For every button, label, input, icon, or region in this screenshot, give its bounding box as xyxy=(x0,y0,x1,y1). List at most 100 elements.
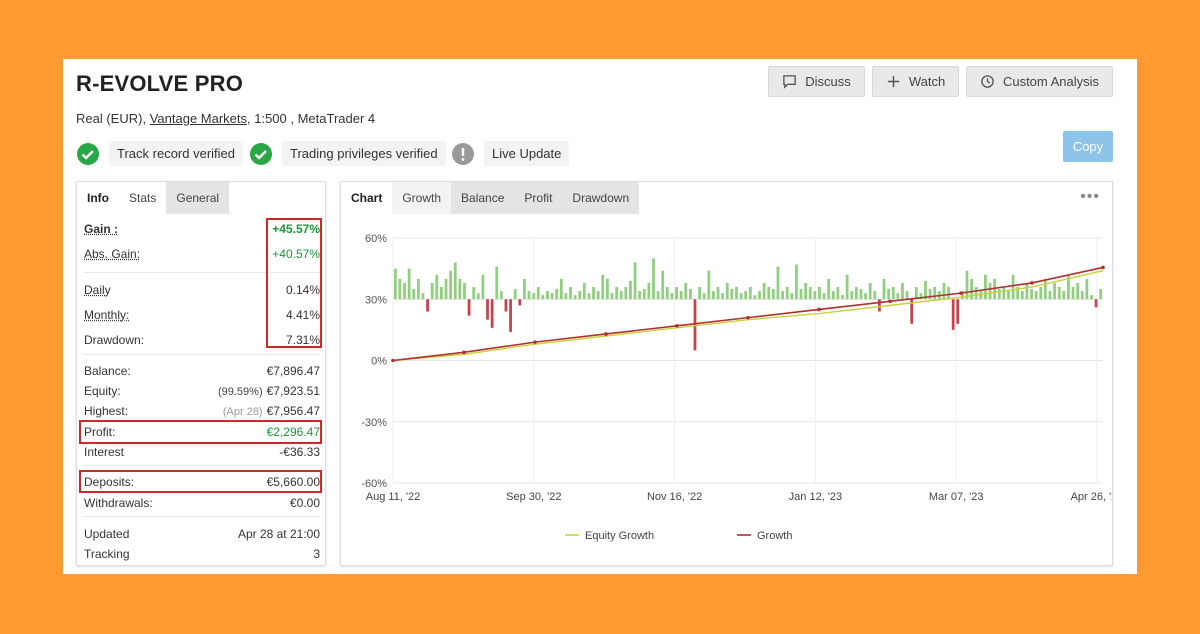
daily-bar xyxy=(453,262,457,300)
daily-bar xyxy=(905,291,909,300)
daily-bar xyxy=(1080,291,1084,300)
daily-bar xyxy=(841,295,844,300)
daily-bar xyxy=(873,291,877,300)
leverage-platform: , 1:500 , MetaTrader 4 xyxy=(247,111,376,126)
daily-bar xyxy=(1007,291,1010,300)
daily-bar xyxy=(592,287,595,300)
tab-info[interactable]: Info xyxy=(77,182,119,214)
daily-bar xyxy=(1043,278,1047,300)
copy-button[interactable]: Copy xyxy=(1063,131,1113,162)
growth-point xyxy=(1030,281,1034,285)
daily-bar xyxy=(776,266,780,300)
daily-bar xyxy=(859,289,863,300)
growth-point xyxy=(675,323,679,328)
x-tick-label: Aug 11, '22 xyxy=(366,491,421,503)
check-circle-icon xyxy=(77,142,99,165)
daily-bar xyxy=(1099,289,1103,300)
highlight-box-deposits xyxy=(79,470,322,493)
divider xyxy=(84,465,320,466)
daily-bar xyxy=(1025,282,1029,300)
broker-link[interactable]: Vantage Markets xyxy=(150,111,247,126)
tab-stats[interactable]: Stats xyxy=(119,182,167,214)
tab-general[interactable]: General xyxy=(166,182,230,214)
daily-bar xyxy=(725,282,729,300)
chat-bubble-icon xyxy=(783,75,797,89)
tab-balance[interactable]: Balance xyxy=(451,182,515,214)
daily-bar xyxy=(569,287,572,300)
daily-bar xyxy=(1030,289,1033,300)
daily-bar xyxy=(532,293,535,300)
daily-bar xyxy=(753,295,757,300)
daily-bar xyxy=(795,264,798,300)
daily-bar xyxy=(610,293,614,300)
daily-bar xyxy=(822,293,826,300)
equity-value: €7,923.51 xyxy=(266,384,320,398)
balance-value: €7,896.47 xyxy=(266,364,320,378)
more-options-icon[interactable]: ••• xyxy=(1080,188,1100,206)
custom-analysis-button[interactable]: Custom Analysis xyxy=(966,66,1113,97)
growth-point xyxy=(817,307,821,312)
watch-button[interactable]: Watch xyxy=(872,66,959,97)
balance-label: Balance: xyxy=(84,364,131,378)
daily-bar xyxy=(481,274,485,300)
daily-bar xyxy=(831,291,835,300)
daily-bar xyxy=(1053,282,1056,300)
monthly-label[interactable]: Monthly: xyxy=(84,308,129,322)
daily-bar xyxy=(712,291,715,300)
daily-bar xyxy=(606,278,609,300)
daily-bar xyxy=(933,287,937,300)
live-update-text: Live Update xyxy=(484,141,570,166)
divider xyxy=(84,354,320,355)
updated-row: Updated Apr 28 at 21:00 xyxy=(84,526,320,542)
daily-bar xyxy=(393,268,397,300)
daily-bar xyxy=(771,289,775,300)
daily-bar xyxy=(504,299,508,312)
tab-growth[interactable]: Growth xyxy=(392,182,452,214)
daily-bar xyxy=(440,287,443,300)
tab-profit[interactable]: Profit xyxy=(514,182,563,214)
daily-bar xyxy=(928,289,932,300)
daily-bar xyxy=(887,289,890,300)
gain-label[interactable]: Gain : xyxy=(84,222,118,236)
daily-bar xyxy=(698,287,701,300)
drawdown-label: Drawdown: xyxy=(84,333,145,347)
daily-bar xyxy=(679,291,683,300)
daily-bar xyxy=(988,282,992,300)
growth-point xyxy=(533,340,537,344)
daily-bar xyxy=(523,278,526,300)
tracking-value: 3 xyxy=(313,547,320,561)
daily-bar xyxy=(403,282,406,300)
daily-bar xyxy=(781,291,784,300)
tab-chart[interactable]: Chart xyxy=(341,182,393,214)
stats-panel: Info Stats General Gain : +45.57% Abs. G… xyxy=(76,181,326,566)
tab-drawdown[interactable]: Drawdown xyxy=(562,182,640,214)
daily-bar xyxy=(615,287,618,300)
daily-bar xyxy=(854,287,858,300)
discuss-button[interactable]: Discuss xyxy=(768,66,865,97)
system-card: R-EVOLVE PRO Real (EUR), Vantage Markets… xyxy=(63,59,1137,574)
daily-bar xyxy=(735,287,738,300)
daily-bar xyxy=(965,270,969,300)
abs-gain-label[interactable]: Abs. Gain: xyxy=(84,247,140,261)
equity-note: (99.59%) xyxy=(217,386,263,398)
daily-bar xyxy=(818,287,821,300)
daily-bar xyxy=(739,293,743,300)
custom-analysis-label: Custom Analysis xyxy=(1002,74,1100,89)
withdrawals-value: €0.00 xyxy=(289,496,320,510)
daily-label[interactable]: Daily xyxy=(84,283,111,297)
daily-bar xyxy=(984,274,987,300)
daily-bar xyxy=(748,287,752,300)
daily-bar xyxy=(804,282,808,300)
daily-bar xyxy=(878,299,881,312)
daily-bar xyxy=(845,274,849,300)
daily-bar xyxy=(956,299,960,324)
daily-bar xyxy=(444,278,448,300)
daily-bar xyxy=(652,258,655,300)
daily-bar xyxy=(527,291,531,300)
daily-bar xyxy=(1048,291,1052,300)
daily-bar xyxy=(587,293,591,300)
daily-bar xyxy=(509,299,512,332)
y-tick-label: 0% xyxy=(371,356,387,368)
daily-bar xyxy=(665,287,669,300)
plus-icon xyxy=(887,75,899,88)
